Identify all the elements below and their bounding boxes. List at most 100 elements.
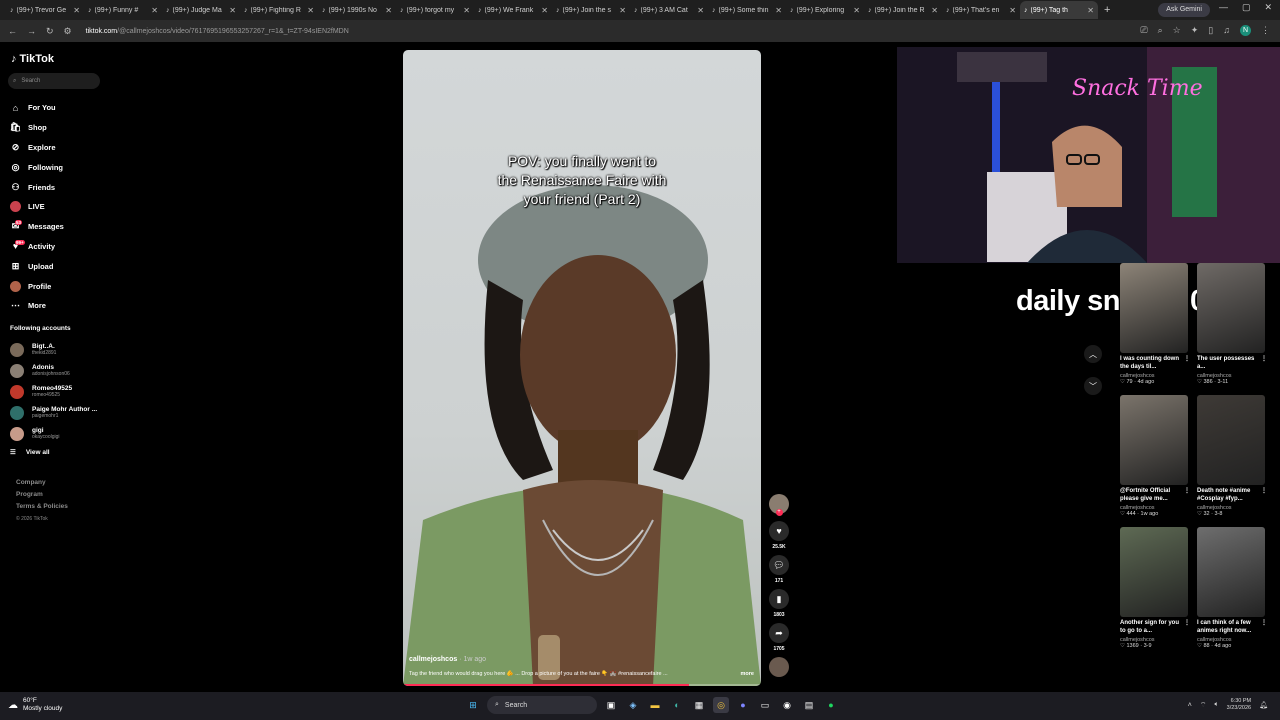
url-field[interactable]: tiktok.com/@callmejoshcos/video/76176951… [86,28,349,35]
weather-widget[interactable]: ☁ 60°F Mostly cloudy [8,697,62,713]
bookmark-icon[interactable]: ▮ [769,589,789,609]
video-thumbnail[interactable] [1197,395,1265,485]
volume-icon[interactable]: 🔈︎ [1214,701,1218,709]
comment-action[interactable]: 💬︎ 171 [768,555,790,584]
reload-icon[interactable]: ↻ [46,26,54,37]
clock[interactable]: 6:30 PM 3/23/2026 [1227,698,1251,712]
related-video-card[interactable]: Another sign for you to go to a... ⋮ callm… [1120,527,1190,649]
following-account[interactable]: gigi okaycoolgigi [10,423,97,444]
video-thumbnail[interactable] [1197,527,1265,617]
nav-item-live[interactable]: LIVE [10,197,64,217]
heart-icon[interactable]: ♥ [769,521,789,541]
view-all-link[interactable]: ☰ View all [10,448,50,457]
more-link[interactable]: more [741,671,754,677]
site-info-icon[interactable]: ⚙ [64,26,72,37]
nav-item-explore[interactable]: ⊘ Explore [10,138,64,158]
close-tab-icon[interactable]: ✕ [853,6,860,15]
footer-company-link[interactable]: Company [16,477,68,489]
close-tab-icon[interactable]: ✕ [151,6,158,15]
taskbar-search[interactable]: ⌕ Search [487,696,597,714]
ask-gemini-button[interactable]: Ask Gemini [1158,3,1210,17]
windows-start-icon[interactable]: ⊞ [465,697,481,713]
maximize-icon[interactable]: ▢ [1242,2,1251,13]
save-action[interactable]: ▮ 1803 [768,589,790,618]
obs-icon[interactable]: ◉ [779,697,795,713]
discord-icon[interactable]: ● [735,697,751,713]
music-disc[interactable] [768,657,790,677]
more-options-icon[interactable]: ⋮ [1261,355,1267,372]
profile-avatar[interactable]: N [1240,25,1251,36]
footer-terms-link[interactable]: Terms & Policies [16,501,68,513]
more-options-icon[interactable]: ⋮ [1261,487,1267,504]
browser-menu-icon[interactable]: ⋮ [1261,25,1270,36]
network-icon[interactable]: ⌔ [1200,701,1207,710]
nav-item-shop[interactable]: 🛍︎ Shop [10,118,64,138]
close-tab-icon[interactable]: ✕ [229,6,236,15]
video-thumbnail[interactable] [1197,263,1265,353]
video-author[interactable]: callmejoshcos · 1w ago [409,656,486,663]
comment-icon[interactable]: 💬︎ [769,555,789,575]
share-icon[interactable]: ➦ [769,623,789,643]
following-account[interactable]: Adonis adonisjohnson06 [10,360,97,381]
footer-program-link[interactable]: Program [16,489,68,501]
tray-chevron-icon[interactable]: ˄ [1188,702,1192,709]
close-tab-icon[interactable]: ✕ [697,6,704,15]
close-tab-icon[interactable]: ✕ [307,6,314,15]
app-icon[interactable]: ▤ [801,697,817,713]
related-video-card[interactable]: The user possesses a... ⋮ callmejoshcos ♡ 3… [1197,263,1267,385]
cast-icon[interactable]: ⎚ [1140,25,1147,36]
close-tab-icon[interactable]: ✕ [463,6,470,15]
video-thumbnail[interactable] [1120,395,1188,485]
browser-tab[interactable]: ♪ (99+) 1990s No ✕ [318,1,396,19]
more-options-icon[interactable]: ⋮ [1184,619,1190,636]
new-tab-icon[interactable]: + [1104,4,1110,16]
close-window-icon[interactable]: ✕ [1264,2,1272,13]
follow-plus-icon[interactable]: + [775,509,783,516]
terminal-icon[interactable]: ▭ [757,697,773,713]
browser-tab[interactable]: ♪ (99+) Fighting R ✕ [240,1,318,19]
zoom-icon[interactable]: ⌕ [1158,25,1163,36]
sidepanel-icon[interactable]: ▯ [1208,25,1213,36]
like-action[interactable]: ♥ 25.5K [768,521,790,550]
tiktok-logo[interactable]: ♪ TikTok [11,53,54,65]
video-thumbnail[interactable] [1120,263,1188,353]
forward-icon[interactable]: → [27,26,36,36]
following-account[interactable]: Paige Mohr Author ... paigemohr1 [10,402,97,423]
close-tab-icon[interactable]: ✕ [385,6,392,15]
browser-tab[interactable]: ♪ (99+) Tag th ✕ [1020,1,1098,19]
more-options-icon[interactable]: ⋮ [1184,487,1190,504]
browser-tab[interactable]: ♪ (99+) Exploring ✕ [786,1,864,19]
browser-tab[interactable]: ♪ (99+) Some thin ✕ [708,1,786,19]
more-options-icon[interactable]: ⋮ [1184,355,1190,372]
video-player[interactable]: POV: you finally went to the Renaissance… [403,50,761,686]
browser-tab[interactable]: ♪ (99+) Trevor Ge ✕ [6,1,84,19]
browser-tab[interactable]: ♪ (99+) Join the R ✕ [864,1,942,19]
close-tab-icon[interactable]: ✕ [1009,6,1016,15]
store-icon[interactable]: ▦ [691,697,707,713]
following-account[interactable]: Romeo49525 romeo49525 [10,381,97,402]
chevron-up-icon[interactable]: ︿ [1084,345,1102,363]
back-icon[interactable]: ← [8,26,17,36]
browser-tab[interactable]: ♪ (99+) That's en ✕ [942,1,1020,19]
close-tab-icon[interactable]: ✕ [73,6,80,15]
browser-tab[interactable]: ♪ (99+) Join the s ✕ [552,1,630,19]
nav-item-upload[interactable]: ⊞ Upload [10,256,64,276]
task-view-icon[interactable]: ▣ [603,697,619,713]
bookmark-star-icon[interactable]: ☆ [1173,25,1181,36]
following-account[interactable]: Bigt..A. thekid2891 [10,339,97,360]
related-video-card[interactable]: I can think of a few animes right now...… [1197,527,1267,649]
copilot-icon[interactable]: ◈ [625,697,641,713]
chevron-down-icon[interactable]: ﹀ [1084,377,1102,395]
close-tab-icon[interactable]: ✕ [775,6,782,15]
browser-tab[interactable]: ♪ (99+) 3 AM Cat ✕ [630,1,708,19]
nav-item-for-you[interactable]: ⌂ For You [10,98,64,118]
browser-tab[interactable]: ♪ (99+) Funny # ✕ [84,1,162,19]
music-disc-icon[interactable] [769,657,789,677]
video-progress-bar[interactable] [403,684,761,686]
nav-item-following[interactable]: ◎ Following [10,157,64,177]
browser-tab[interactable]: ♪ (99+) forgot my ✕ [396,1,474,19]
video-thumbnail[interactable] [1120,527,1188,617]
close-tab-icon[interactable]: ✕ [619,6,626,15]
close-tab-icon[interactable]: ✕ [931,6,938,15]
close-tab-icon[interactable]: ✕ [541,6,548,15]
